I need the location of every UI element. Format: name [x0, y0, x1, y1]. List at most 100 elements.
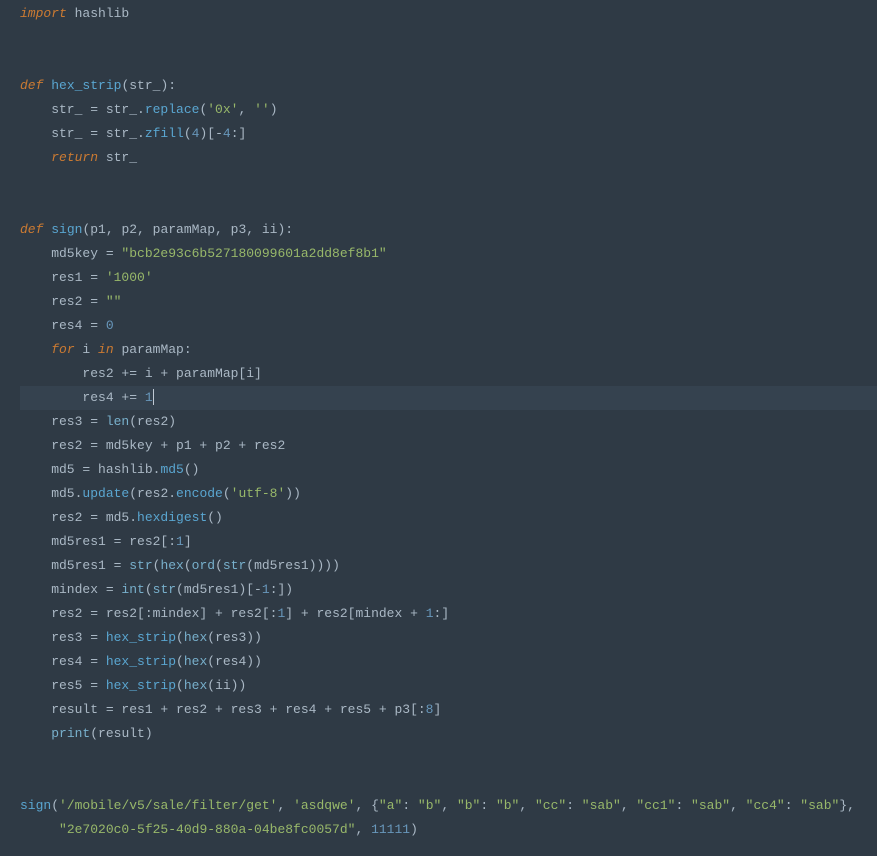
code-text: res2 += i + paramMap[i] — [20, 366, 262, 381]
code-line-blank[interactable] — [20, 194, 877, 218]
colon: : — [480, 798, 496, 813]
comma: , — [621, 798, 637, 813]
identifier: str_ — [98, 150, 137, 165]
dict-key: "a" — [379, 798, 402, 813]
slice-end: :] — [434, 606, 450, 621]
parens: (res3)) — [207, 630, 262, 645]
string-literal: '' — [254, 102, 270, 117]
builtin-ord: ord — [192, 558, 215, 573]
code-line-blank[interactable] — [20, 50, 877, 74]
paren: () — [207, 510, 223, 525]
builtin-str: str — [129, 558, 152, 573]
code-text: md5. — [20, 486, 82, 501]
code-line-blank[interactable] — [20, 770, 877, 794]
code-text: res4 = — [20, 318, 106, 333]
paren: )) — [285, 486, 301, 501]
dict-val: "b" — [418, 798, 441, 813]
paren: ( — [51, 798, 59, 813]
function-name: sign — [51, 222, 82, 237]
code-line[interactable]: res4 = hex_strip(hex(res4)) — [20, 650, 877, 674]
method-call: zfill — [145, 126, 184, 141]
keyword-return: return — [51, 150, 98, 165]
indent — [20, 342, 51, 357]
code-text: ] + res2[mindex + — [285, 606, 425, 621]
code-text: res5 = — [20, 678, 106, 693]
code-text: res4 += — [20, 390, 145, 405]
comma: , — [238, 102, 254, 117]
code-line[interactable]: result = res1 + res2 + res3 + res4 + res… — [20, 698, 877, 722]
string-literal: "" — [106, 294, 122, 309]
code-line[interactable]: def sign(p1, p2, paramMap, p3, ii): — [20, 218, 877, 242]
code-line[interactable]: res3 = len(res2) — [20, 410, 877, 434]
keyword-for: for — [51, 342, 74, 357]
colon: : — [566, 798, 582, 813]
indent — [20, 150, 51, 165]
code-line[interactable]: "2e7020c0-5f25-40d9-880a-04be8fc0057d", … — [20, 818, 877, 842]
code-line[interactable]: import hashlib — [20, 2, 877, 26]
code-line[interactable]: def hex_strip(str_): — [20, 74, 877, 98]
brace: , { — [356, 798, 379, 813]
code-line[interactable]: md5key = "bcb2e93c6b527180099601a2dd8ef8… — [20, 242, 877, 266]
builtin-str: str — [223, 558, 246, 573]
function-call: sign — [20, 798, 51, 813]
slice-end: :]) — [270, 582, 293, 597]
string-literal: "2e7020c0-5f25-40d9-880a-04be8fc0057d" — [59, 822, 355, 837]
builtin-print: print — [51, 726, 90, 741]
method-call: replace — [145, 102, 200, 117]
paren: ( — [145, 582, 153, 597]
dict-val: "sab" — [800, 798, 839, 813]
code-area[interactable]: import hashlib def hex_strip(str_): str_… — [16, 0, 877, 856]
code-line[interactable]: md5res1 = res2[:1] — [20, 530, 877, 554]
module-name: hashlib — [67, 6, 129, 21]
code-text: md5res1 = — [20, 558, 129, 573]
code-text: md5key = — [20, 246, 121, 261]
builtin-int: int — [121, 582, 144, 597]
parens: (md5res1)))) — [246, 558, 340, 573]
code-line[interactable]: print(result) — [20, 722, 877, 746]
identifier: paramMap: — [114, 342, 192, 357]
string-literal: "bcb2e93c6b527180099601a2dd8ef8b1" — [121, 246, 386, 261]
code-line[interactable]: mindex = int(str(md5res1)[-1:]) — [20, 578, 877, 602]
number-literal: 11111 — [371, 822, 410, 837]
code-line[interactable]: return str_ — [20, 146, 877, 170]
code-line[interactable]: str_ = str_.replace('0x', '') — [20, 98, 877, 122]
keyword-def: def — [20, 78, 43, 93]
code-line[interactable]: md5res1 = str(hex(ord(str(md5res1)))) — [20, 554, 877, 578]
code-line[interactable]: res2 += i + paramMap[i] — [20, 362, 877, 386]
slice: (md5res1)[- — [176, 582, 262, 597]
comma: , — [355, 822, 371, 837]
number-literal: 4 — [223, 126, 231, 141]
code-line[interactable]: res2 = md5key + p1 + p2 + res2 — [20, 434, 877, 458]
number-literal: 1 — [176, 534, 184, 549]
builtin-hex: hex — [184, 630, 207, 645]
code-line-blank[interactable] — [20, 170, 877, 194]
code-line[interactable]: md5 = hashlib.md5() — [20, 458, 877, 482]
code-line[interactable]: str_ = str_.zfill(4)[-4:] — [20, 122, 877, 146]
code-line[interactable]: res2 = md5.hexdigest() — [20, 506, 877, 530]
code-text: res4 = — [20, 654, 106, 669]
bracket: ] — [184, 534, 192, 549]
code-line[interactable]: res2 = "" — [20, 290, 877, 314]
code-line[interactable]: res4 = 0 — [20, 314, 877, 338]
code-line[interactable]: res2 = res2[:mindex] + res2[:1] + res2[m… — [20, 602, 877, 626]
function-call: hex_strip — [106, 654, 176, 669]
builtin-hex: hex — [184, 654, 207, 669]
code-line[interactable]: res1 = '1000' — [20, 266, 877, 290]
code-editor[interactable]: import hashlib def hex_strip(str_): str_… — [0, 0, 877, 856]
code-text: str_ = str_. — [20, 102, 145, 117]
code-line[interactable]: for i in paramMap: — [20, 338, 877, 362]
code-line[interactable]: md5.update(res2.encode('utf-8')) — [20, 482, 877, 506]
indent — [20, 822, 59, 837]
code-line[interactable]: res3 = hex_strip(hex(res3)) — [20, 626, 877, 650]
code-line-blank[interactable] — [20, 746, 877, 770]
code-line-blank[interactable] — [20, 26, 877, 50]
dict-val: "sab" — [691, 798, 730, 813]
code-line[interactable]: res5 = hex_strip(hex(ii)) — [20, 674, 877, 698]
dict-val: "b" — [496, 798, 519, 813]
number-literal: 1 — [145, 390, 153, 405]
brace-close: }, — [839, 798, 855, 813]
code-line-active[interactable]: res4 += 1 — [20, 386, 877, 410]
comma: , — [277, 798, 293, 813]
code-line[interactable]: sign('/mobile/v5/sale/filter/get', 'asdq… — [20, 794, 877, 818]
method-call: md5 — [160, 462, 183, 477]
